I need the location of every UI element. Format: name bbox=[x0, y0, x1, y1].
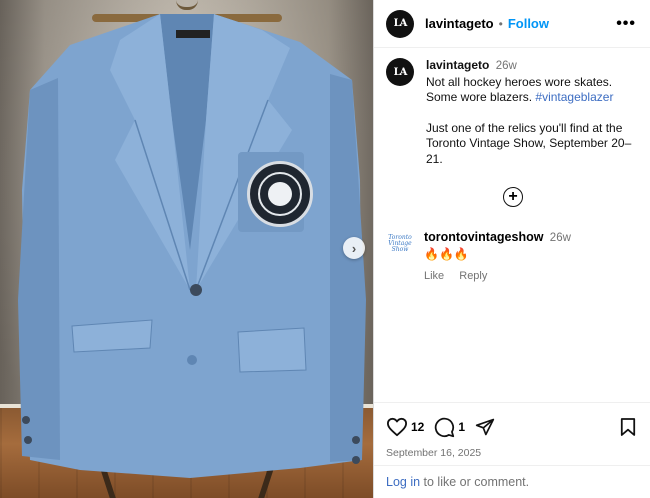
comment-body: torontovintageshow 26w 🔥🔥🔥 Like Reply bbox=[424, 230, 571, 282]
caption-text: lavintageto 26w Not all hockey heroes wo… bbox=[426, 58, 636, 167]
separator-dot: • bbox=[498, 16, 503, 31]
comment-time: 26w bbox=[549, 232, 571, 244]
caption-avatar[interactable]: LA bbox=[386, 58, 414, 86]
bookmark-icon[interactable] bbox=[620, 417, 636, 437]
comment-avatar[interactable]: Toronto Vintage Show bbox=[386, 230, 414, 258]
share-icon[interactable] bbox=[475, 417, 495, 437]
carousel-next-button[interactable]: › bbox=[343, 237, 365, 259]
profile-avatar[interactable]: LA bbox=[386, 9, 414, 38]
caption-body-2: Just one of the relics you'll find at th… bbox=[426, 120, 632, 166]
header-username[interactable]: lavintageto bbox=[425, 16, 494, 31]
comment-reply-button[interactable]: Reply bbox=[459, 270, 487, 282]
heart-icon[interactable] bbox=[386, 417, 408, 437]
caption-time[interactable]: 26w bbox=[496, 60, 517, 72]
comment-icon[interactable] bbox=[434, 417, 455, 438]
comments-section: LA lavintageto 26w Not all hockey heroes… bbox=[374, 48, 650, 282]
caption-username[interactable]: lavintageto bbox=[426, 58, 489, 72]
comment-text: 🔥🔥🔥 bbox=[424, 247, 469, 261]
action-bar: 12 1 bbox=[386, 415, 636, 439]
post-header: LA lavintageto • Follow ••• bbox=[374, 0, 650, 48]
post-date[interactable]: September 16, 2025 bbox=[386, 447, 636, 459]
like-count[interactable]: 12 bbox=[411, 420, 424, 434]
plus-circle-icon[interactable]: + bbox=[503, 187, 523, 207]
post-footer: 12 1 September 16, 2025 bbox=[374, 402, 650, 459]
hashtag-link[interactable]: #vintageblazer bbox=[535, 90, 613, 104]
follow-button[interactable]: Follow bbox=[508, 16, 549, 31]
comment-actions: Like Reply bbox=[424, 270, 571, 282]
instagram-post: › LA lavintageto • Follow ••• LA lavinta… bbox=[0, 0, 650, 498]
comment-like-button[interactable]: Like bbox=[424, 270, 444, 282]
comment-row: Toronto Vintage Show torontovintageshow … bbox=[386, 230, 636, 282]
comment-username[interactable]: torontovintageshow bbox=[424, 230, 543, 244]
login-prompt: Log in to like or comment. bbox=[374, 465, 650, 489]
login-link[interactable]: Log in bbox=[386, 475, 420, 489]
chevron-right-icon: › bbox=[351, 240, 357, 256]
post-photo[interactable]: › bbox=[0, 0, 373, 498]
login-text: to like or comment. bbox=[420, 475, 530, 489]
hockey-crest-badge bbox=[247, 161, 313, 227]
post-sidebar: LA lavintageto • Follow ••• LA lavintage… bbox=[373, 0, 650, 498]
badge-ring bbox=[258, 172, 302, 216]
comment-count[interactable]: 1 bbox=[458, 420, 465, 434]
puck-icon bbox=[268, 182, 292, 206]
more-icon[interactable]: ••• bbox=[616, 15, 636, 33]
caption-row: LA lavintageto 26w Not all hockey heroes… bbox=[386, 58, 636, 167]
blazer-illustration bbox=[18, 14, 366, 478]
